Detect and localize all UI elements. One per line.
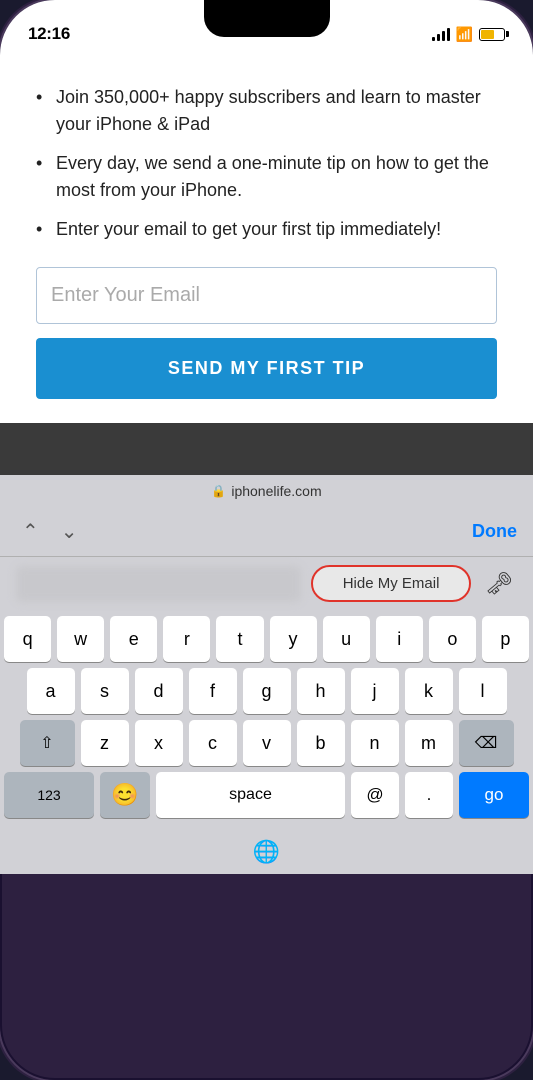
dark-separator (0, 423, 533, 475)
key-y[interactable]: y (270, 616, 317, 662)
space-key[interactable]: space (156, 772, 345, 818)
delete-key[interactable]: ⌫ (459, 720, 514, 766)
wifi-icon: 📶 (456, 26, 473, 43)
key-o[interactable]: o (429, 616, 476, 662)
key-g[interactable]: g (243, 668, 291, 714)
key-l[interactable]: l (459, 668, 507, 714)
numbers-key[interactable]: 123 (4, 772, 94, 818)
key-row-2: a s d f g h j k l (4, 668, 529, 714)
lock-icon: 🔒 (211, 484, 226, 498)
shift-key[interactable]: ⇧ (20, 720, 75, 766)
key-x[interactable]: x (135, 720, 183, 766)
key-b[interactable]: b (297, 720, 345, 766)
done-button[interactable]: Done (472, 521, 517, 542)
list-item: Join 350,000+ happy subscribers and lear… (36, 84, 497, 138)
email-input[interactable] (51, 284, 482, 307)
key-row-3: ⇧ z x c v b n m ⌫ (4, 720, 529, 766)
autocomplete-left-blur (16, 566, 301, 602)
status-time: 12:16 (28, 24, 70, 44)
key-q[interactable]: q (4, 616, 51, 662)
email-input-wrapper[interactable] (36, 267, 497, 324)
key-s[interactable]: s (81, 668, 129, 714)
key-row-4: 123 😊 space @ . go (4, 772, 529, 818)
key-icon: 🗝 (481, 567, 517, 601)
list-item: Enter your email to get your first tip i… (36, 216, 497, 243)
period-key[interactable]: . (405, 772, 453, 818)
key-u[interactable]: u (323, 616, 370, 662)
signal-bars-icon (432, 27, 450, 41)
list-item: Every day, we send a one-minute tip on h… (36, 150, 497, 204)
key-w[interactable]: w (57, 616, 104, 662)
globe-icon[interactable]: 🌐 (253, 839, 280, 865)
key-f[interactable]: f (189, 668, 237, 714)
bottom-bar: 🌐 (0, 830, 533, 874)
keyboard-toolbar: ⌃ ⌄ Done (0, 507, 533, 557)
key-k[interactable]: k (405, 668, 453, 714)
address-bar-area: 🔒 iphonelife.com (0, 475, 533, 507)
next-field-button[interactable]: ⌄ (55, 515, 84, 548)
key-v[interactable]: v (243, 720, 291, 766)
key-n[interactable]: n (351, 720, 399, 766)
domain-label: iphonelife.com (231, 483, 321, 499)
key-r[interactable]: r (163, 616, 210, 662)
key-j[interactable]: j (351, 668, 399, 714)
autocomplete-bar: Hide My Email 🗝 (0, 557, 533, 610)
feature-list: Join 350,000+ happy subscribers and lear… (36, 84, 497, 243)
key-i[interactable]: i (376, 616, 423, 662)
key-t[interactable]: t (216, 616, 263, 662)
web-content-area: Join 350,000+ happy subscribers and lear… (0, 54, 533, 423)
at-key[interactable]: @ (351, 772, 399, 818)
notch (204, 0, 330, 37)
status-icons: 📶 (432, 26, 505, 43)
key-z[interactable]: z (81, 720, 129, 766)
key-c[interactable]: c (189, 720, 237, 766)
key-h[interactable]: h (297, 668, 345, 714)
hide-my-email-suggestion[interactable]: Hide My Email (311, 565, 471, 602)
key-row-1: q w e r t y u i o p (4, 616, 529, 662)
go-key[interactable]: go (459, 772, 529, 818)
nav-arrows: ⌃ ⌄ (16, 515, 84, 548)
key-m[interactable]: m (405, 720, 453, 766)
key-d[interactable]: d (135, 668, 183, 714)
prev-field-button[interactable]: ⌃ (16, 515, 45, 548)
send-first-tip-button[interactable]: SEND MY FIRST TIP (36, 338, 497, 399)
keyboard: q w e r t y u i o p a s d f g h j k l ⇧ … (0, 610, 533, 830)
phone-frame: 12:16 📶 Join 350,000+ happy subscribers … (0, 0, 533, 1080)
key-e[interactable]: e (110, 616, 157, 662)
key-a[interactable]: a (27, 668, 75, 714)
key-p[interactable]: p (482, 616, 529, 662)
emoji-key[interactable]: 😊 (100, 772, 150, 818)
battery-icon (479, 28, 505, 41)
